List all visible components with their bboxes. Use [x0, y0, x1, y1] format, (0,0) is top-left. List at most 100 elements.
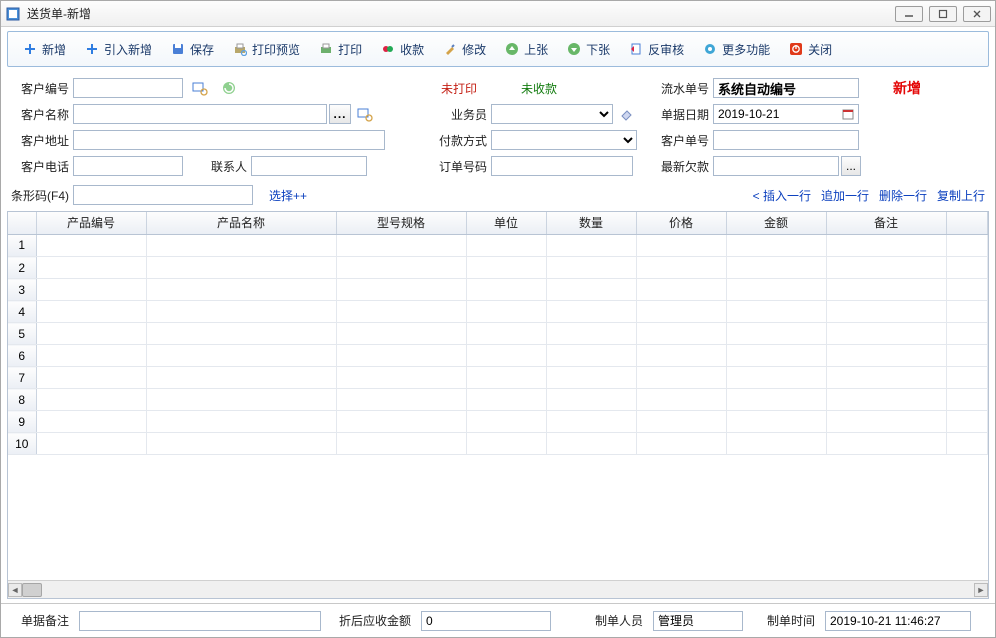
cell[interactable] [946, 235, 988, 257]
cell[interactable] [336, 301, 466, 323]
append-row-link[interactable]: 追加一行 [821, 187, 869, 204]
col-product-name[interactable]: 产品名称 [146, 212, 336, 234]
cell[interactable] [36, 279, 146, 301]
cell[interactable] [336, 389, 466, 411]
cell[interactable] [146, 367, 336, 389]
cell[interactable] [146, 389, 336, 411]
col-qty[interactable]: 数量 [546, 212, 636, 234]
cell[interactable] [946, 323, 988, 345]
cell[interactable] [36, 411, 146, 433]
scroll-thumb[interactable] [22, 583, 42, 597]
col-amount[interactable]: 金额 [726, 212, 826, 234]
cell[interactable] [546, 345, 636, 367]
cell[interactable] [826, 367, 946, 389]
cell[interactable] [726, 433, 826, 455]
lookup-icon[interactable] [189, 78, 211, 98]
cell[interactable] [826, 235, 946, 257]
cell[interactable] [336, 367, 466, 389]
scroll-left-arrow[interactable]: ◄ [8, 583, 22, 597]
cell[interactable] [466, 257, 546, 279]
eraser-icon[interactable] [619, 106, 635, 122]
cell[interactable] [946, 433, 988, 455]
time-input[interactable] [825, 611, 971, 631]
cell[interactable] [36, 257, 146, 279]
customer-order-input[interactable] [713, 130, 859, 150]
copy-row-link[interactable]: 复制上行 [937, 187, 985, 204]
contact-input[interactable] [251, 156, 367, 176]
import-new-button[interactable]: 引入新增 [76, 35, 160, 63]
cell[interactable] [636, 301, 726, 323]
cell[interactable] [546, 235, 636, 257]
cell[interactable] [826, 257, 946, 279]
cell[interactable] [336, 411, 466, 433]
cell[interactable] [466, 301, 546, 323]
cell[interactable] [726, 411, 826, 433]
cell[interactable] [36, 235, 146, 257]
prev-button[interactable]: 上张 [496, 35, 556, 63]
modify-button[interactable]: 修改 [434, 35, 494, 63]
table-row[interactable]: 4 [8, 301, 988, 323]
cell[interactable] [946, 279, 988, 301]
cell[interactable] [726, 301, 826, 323]
cell[interactable] [336, 257, 466, 279]
close-panel-button[interactable]: 关闭 [780, 35, 840, 63]
more-button[interactable]: 更多功能 [694, 35, 778, 63]
table-row[interactable]: 10 [8, 433, 988, 455]
col-spec[interactable]: 型号规格 [336, 212, 466, 234]
cell[interactable] [946, 345, 988, 367]
cell[interactable] [826, 323, 946, 345]
cell[interactable] [336, 433, 466, 455]
horizontal-scrollbar[interactable]: ◄ ► [8, 580, 988, 598]
discount-input[interactable] [421, 611, 551, 631]
cell[interactable] [636, 279, 726, 301]
table-row[interactable]: 8 [8, 389, 988, 411]
col-price[interactable]: 价格 [636, 212, 726, 234]
cell[interactable] [466, 323, 546, 345]
cell[interactable] [36, 323, 146, 345]
table-row[interactable]: 3 [8, 279, 988, 301]
cell[interactable] [336, 323, 466, 345]
lookup2-icon[interactable] [357, 106, 373, 122]
cell[interactable] [826, 301, 946, 323]
cell[interactable] [146, 411, 336, 433]
customer-no-input[interactable] [73, 78, 183, 98]
print-preview-button[interactable]: 打印预览 [224, 35, 308, 63]
cell[interactable] [946, 301, 988, 323]
new-button[interactable]: 新增 [14, 35, 74, 63]
cell[interactable] [636, 411, 726, 433]
receive-button[interactable]: 收款 [372, 35, 432, 63]
order-no-input[interactable] [491, 156, 633, 176]
customer-tel-input[interactable] [73, 156, 183, 176]
serial-no-input[interactable] [713, 78, 859, 98]
cell[interactable] [826, 279, 946, 301]
cell[interactable] [636, 323, 726, 345]
cell[interactable] [546, 411, 636, 433]
cell[interactable] [336, 345, 466, 367]
cell[interactable] [636, 345, 726, 367]
cell[interactable] [726, 235, 826, 257]
last-debt-more-button[interactable]: ... [841, 156, 861, 176]
remark-input[interactable] [79, 611, 321, 631]
cell[interactable] [146, 279, 336, 301]
maximize-button[interactable] [929, 6, 957, 22]
cell[interactable] [946, 389, 988, 411]
browse-button[interactable]: ... [329, 104, 351, 124]
cell[interactable] [146, 345, 336, 367]
cell[interactable] [946, 257, 988, 279]
cell[interactable] [726, 279, 826, 301]
print-button[interactable]: 打印 [310, 35, 370, 63]
choose-link[interactable]: 选择++ [269, 187, 307, 204]
cell[interactable] [636, 367, 726, 389]
cell[interactable] [466, 279, 546, 301]
refresh-icon[interactable] [221, 80, 237, 96]
col-remark[interactable]: 备注 [826, 212, 946, 234]
cell[interactable] [826, 345, 946, 367]
col-product-no[interactable]: 产品编号 [36, 212, 146, 234]
cell[interactable] [36, 389, 146, 411]
cell[interactable] [36, 345, 146, 367]
cell[interactable] [146, 235, 336, 257]
delete-row-link[interactable]: 删除一行 [879, 187, 927, 204]
cell[interactable] [546, 257, 636, 279]
cell[interactable] [636, 433, 726, 455]
cell[interactable] [726, 367, 826, 389]
